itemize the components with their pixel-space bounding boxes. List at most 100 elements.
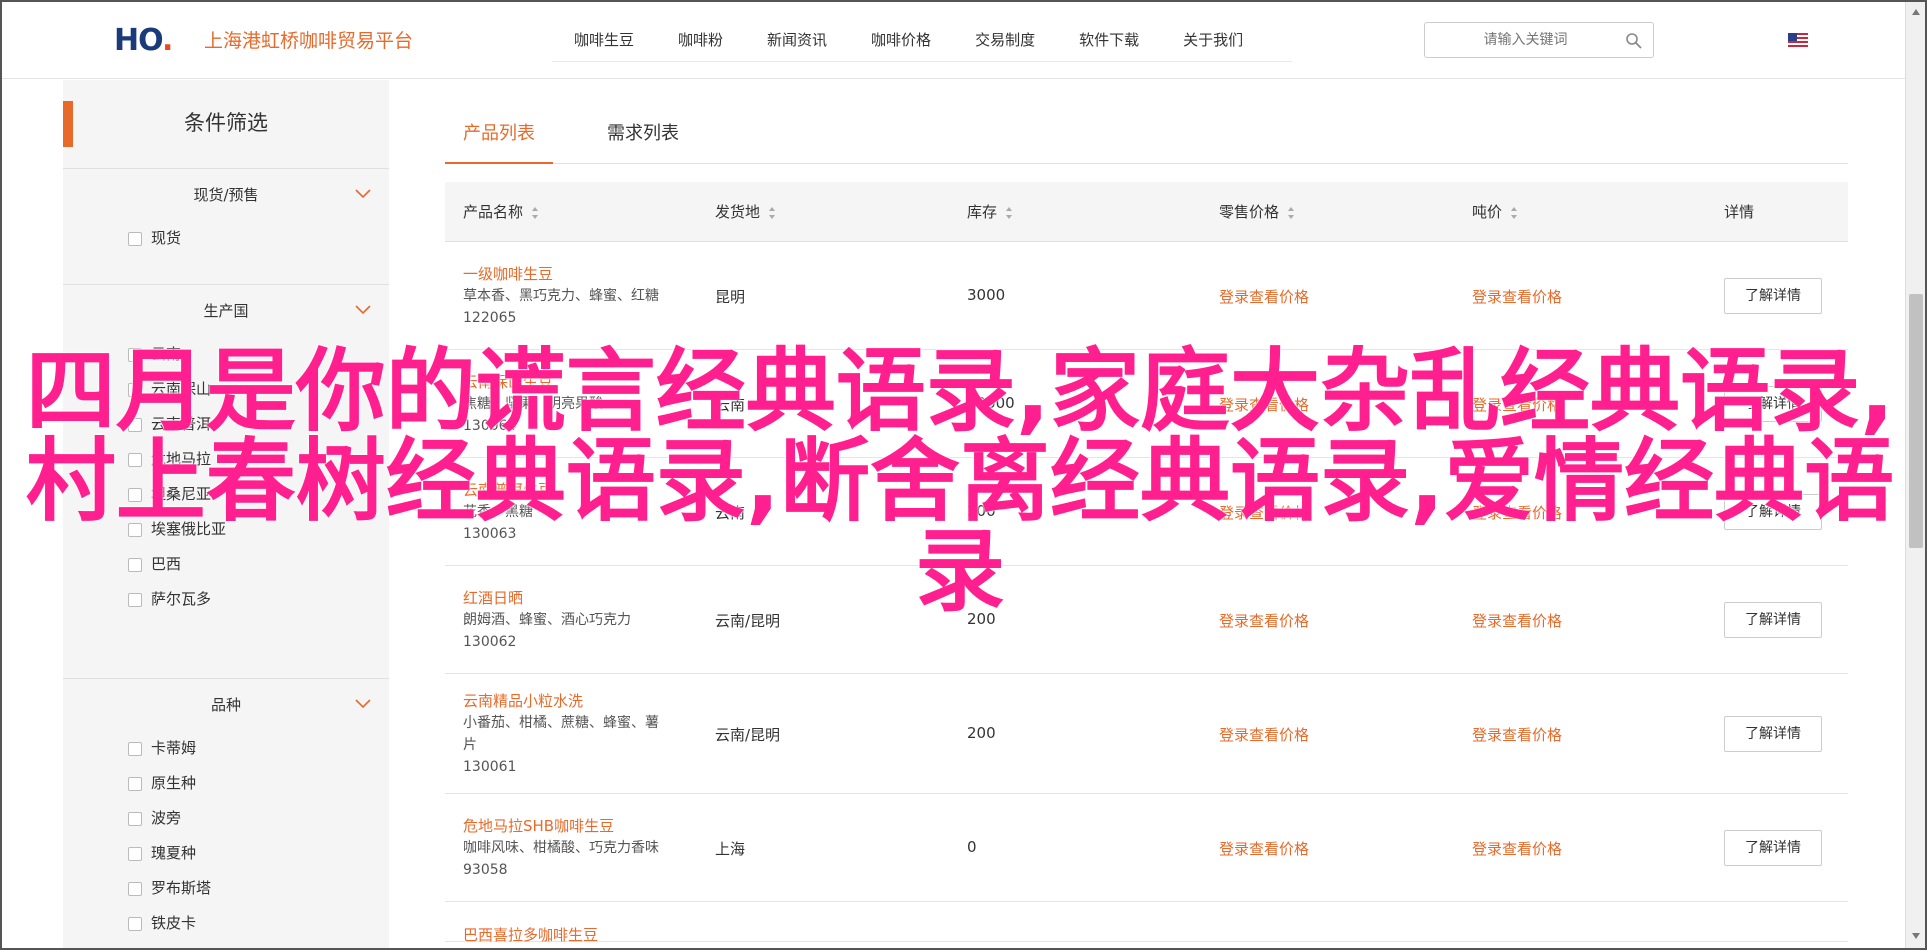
retail-price-login-link[interactable]: 登录查看价格 bbox=[1219, 502, 1309, 523]
filter-group-header[interactable]: 品种 bbox=[63, 679, 389, 731]
scroll-down-icon[interactable] bbox=[1911, 932, 1921, 940]
sort-icon[interactable] bbox=[1510, 206, 1518, 220]
ton-price-login-link[interactable]: 登录查看价格 bbox=[1472, 724, 1562, 745]
product-name-link[interactable]: 云南普洱生豆 bbox=[463, 479, 553, 501]
checkbox[interactable] bbox=[128, 232, 142, 246]
product-name-link[interactable]: 危地马拉SHB咖啡生豆 bbox=[463, 815, 659, 837]
ton-price-login-link[interactable]: 登录查看价格 bbox=[1472, 394, 1562, 415]
checkbox[interactable] bbox=[128, 453, 142, 467]
search-icon[interactable] bbox=[1625, 32, 1643, 50]
filter-option[interactable]: 危地马拉 bbox=[63, 442, 389, 477]
site-logo[interactable]: HO. bbox=[114, 24, 173, 58]
ton-price-login-link[interactable]: 登录查看价格 bbox=[1472, 838, 1562, 859]
filter-group-header[interactable]: 生产国 bbox=[63, 285, 389, 337]
nav-item-2[interactable]: 新闻资讯 bbox=[745, 20, 849, 61]
filter-option[interactable]: 巴西 bbox=[63, 547, 389, 582]
checkbox[interactable] bbox=[128, 418, 142, 432]
nav-item-6[interactable]: 关于我们 bbox=[1161, 20, 1265, 61]
checkbox[interactable] bbox=[128, 812, 142, 826]
filter-group-2: 品种 卡蒂姆 原生种 波旁 瑰夏种 罗布斯塔 铁皮卡 bbox=[63, 678, 389, 941]
retail-price-login-link[interactable]: 登录查看价格 bbox=[1219, 286, 1309, 307]
checkbox[interactable] bbox=[128, 847, 142, 861]
product-id: 130063 bbox=[463, 526, 517, 542]
filter-option[interactable]: 瑰夏种 bbox=[63, 836, 389, 871]
product-name-link[interactable]: 红酒日晒 bbox=[463, 587, 631, 609]
filter-option[interactable]: 卡蒂姆 bbox=[63, 731, 389, 766]
retail-price-login-link[interactable]: 登录查看价格 bbox=[1219, 610, 1309, 631]
product-name-link[interactable]: 云南精品小粒水洗 bbox=[463, 690, 659, 712]
product-name-link[interactable]: 云南保山生豆 bbox=[463, 371, 603, 393]
checkbox[interactable] bbox=[128, 593, 142, 607]
chevron-down-icon[interactable] bbox=[355, 189, 371, 199]
us-flag-icon[interactable] bbox=[1788, 33, 1808, 47]
nav-item-3[interactable]: 咖啡价格 bbox=[849, 20, 953, 61]
nav-item-5[interactable]: 软件下载 bbox=[1057, 20, 1161, 61]
search-input[interactable] bbox=[1433, 27, 1618, 53]
detail-button[interactable]: 了解详情 bbox=[1724, 602, 1822, 638]
product-name-link[interactable]: 巴西喜拉多咖啡生豆 bbox=[463, 924, 598, 946]
detail-button[interactable]: 了解详情 bbox=[1724, 278, 1822, 314]
filter-option[interactable]: 铁皮卡 bbox=[63, 906, 389, 941]
filter-option[interactable]: 云南保山 bbox=[63, 372, 389, 407]
filter-option[interactable]: 罗布斯塔 bbox=[63, 871, 389, 906]
scroll-thumb[interactable] bbox=[1909, 294, 1923, 548]
detail-button[interactable]: 了解详情 bbox=[1724, 386, 1822, 422]
filter-option[interactable]: 坦桑尼亚 bbox=[63, 477, 389, 512]
checkbox[interactable] bbox=[128, 348, 142, 362]
detail-button[interactable]: 了解详情 bbox=[1724, 830, 1822, 866]
retail-price-login-link[interactable]: 登录查看价格 bbox=[1219, 838, 1309, 859]
product-cell: 危地马拉SHB咖啡生豆 咖啡风味、柑橘酸、巧克力香味 93058 bbox=[463, 815, 659, 881]
filter-option[interactable]: 云南普洱 bbox=[63, 407, 389, 442]
scroll-up-icon[interactable] bbox=[1911, 8, 1921, 16]
page-scrollbar[interactable] bbox=[1905, 2, 1925, 948]
filter-option-label: 萨尔瓦多 bbox=[151, 590, 212, 608]
sort-icon[interactable] bbox=[768, 206, 776, 220]
tab-demand-list[interactable]: 需求列表 bbox=[607, 122, 679, 146]
detail-button[interactable]: 了解详情 bbox=[1724, 716, 1822, 752]
column-header-1[interactable]: 发货地 bbox=[715, 182, 776, 242]
checkbox[interactable] bbox=[128, 383, 142, 397]
retail-price-login-link[interactable]: 登录查看价格 bbox=[1219, 394, 1309, 415]
column-header-3[interactable]: 零售价格 bbox=[1219, 182, 1295, 242]
column-header-2[interactable]: 库存 bbox=[967, 182, 1013, 242]
tab-product-list[interactable]: 产品列表 bbox=[463, 122, 535, 146]
checkbox[interactable] bbox=[128, 917, 142, 931]
filter-option[interactable]: 埃塞俄比亚 bbox=[63, 512, 389, 547]
sort-icon[interactable] bbox=[531, 206, 539, 220]
sort-icon[interactable] bbox=[1005, 206, 1013, 220]
checkbox[interactable] bbox=[128, 558, 142, 572]
filter-option[interactable]: 云南 bbox=[63, 337, 389, 372]
ton-price-login-link[interactable]: 登录查看价格 bbox=[1472, 502, 1562, 523]
retail-price-login-link[interactable]: 登录查看价格 bbox=[1219, 724, 1309, 745]
nav-item-0[interactable]: 咖啡生豆 bbox=[552, 20, 656, 61]
search-box bbox=[1424, 22, 1654, 58]
checkbox[interactable] bbox=[128, 488, 142, 502]
filter-option[interactable]: 萨尔瓦多 bbox=[63, 582, 389, 617]
checkbox[interactable] bbox=[128, 523, 142, 537]
origin-cell: 昆明 bbox=[715, 288, 746, 306]
product-flavor: 花香、黑糖 bbox=[463, 504, 533, 520]
checkbox[interactable] bbox=[128, 742, 142, 756]
nav-item-4[interactable]: 交易制度 bbox=[953, 20, 1057, 61]
column-header-label: 零售价格 bbox=[1219, 203, 1280, 221]
nav-item-1[interactable]: 咖啡粉 bbox=[656, 20, 745, 61]
filter-group-header[interactable]: 现货/预售 bbox=[63, 169, 389, 221]
checkbox[interactable] bbox=[128, 777, 142, 791]
filter-option[interactable]: 原生种 bbox=[63, 766, 389, 801]
stock-cell: 3000 bbox=[967, 286, 1006, 304]
checkbox[interactable] bbox=[128, 882, 142, 896]
stock-cell: 0 bbox=[967, 838, 977, 856]
filter-option[interactable]: 现货 bbox=[63, 221, 389, 256]
chevron-down-icon[interactable] bbox=[355, 699, 371, 709]
product-name-link[interactable]: 一级咖啡生豆 bbox=[463, 263, 659, 285]
detail-button[interactable]: 了解详情 bbox=[1724, 494, 1822, 530]
sort-icon[interactable] bbox=[1287, 206, 1295, 220]
product-flavor: 小番茄、柑橘、蔗糖、蜂蜜、薯 bbox=[463, 715, 659, 731]
chevron-down-icon[interactable] bbox=[355, 305, 371, 315]
ton-price-login-link[interactable]: 登录查看价格 bbox=[1472, 286, 1562, 307]
ton-price-login-link[interactable]: 登录查看价格 bbox=[1472, 610, 1562, 631]
brand-name[interactable]: 上海港虹桥咖啡贸易平台 bbox=[204, 28, 413, 54]
column-header-0[interactable]: 产品名称 bbox=[463, 182, 539, 242]
column-header-4[interactable]: 吨价 bbox=[1472, 182, 1518, 242]
filter-option[interactable]: 波旁 bbox=[63, 801, 389, 836]
